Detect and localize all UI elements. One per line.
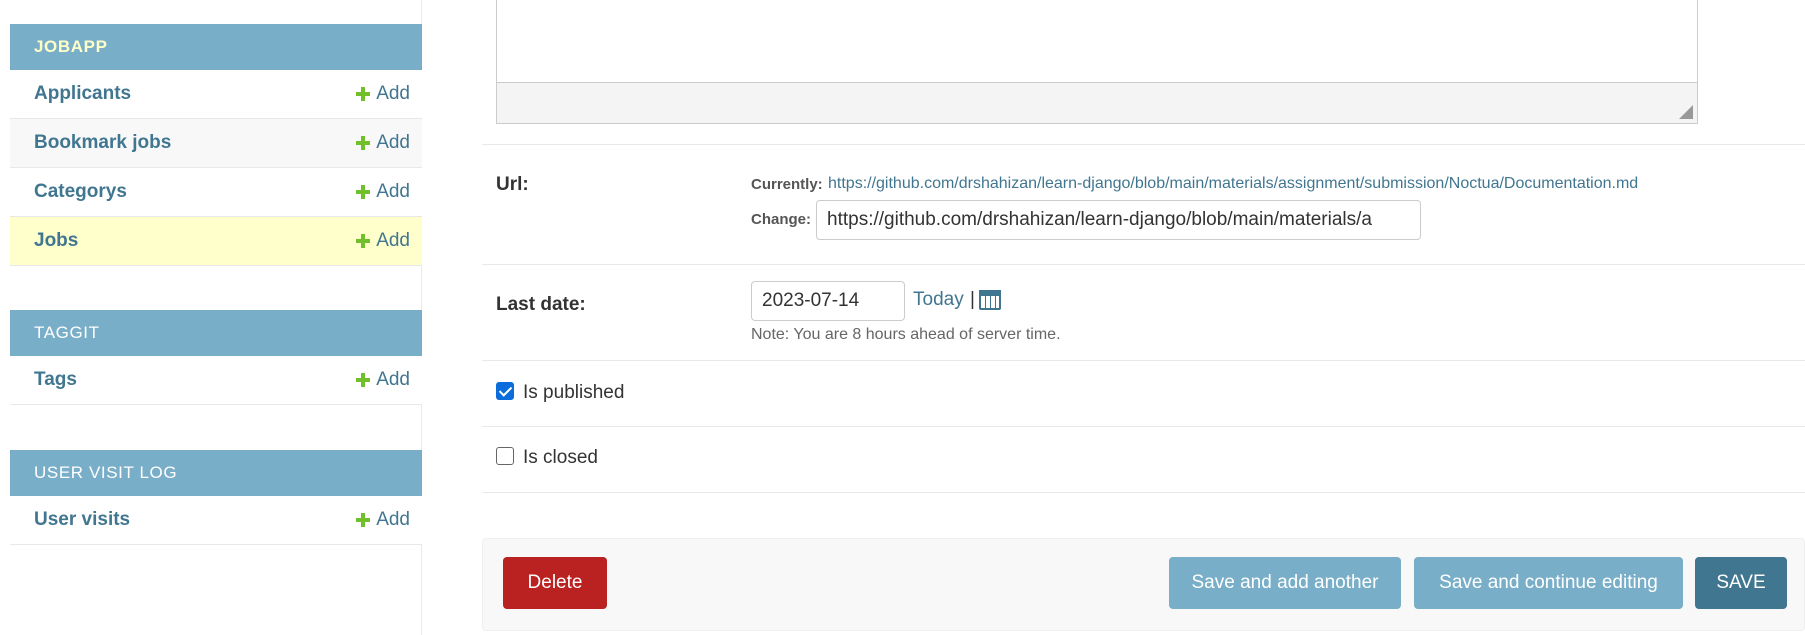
save-button[interactable]: SAVE: [1695, 557, 1787, 609]
plus-icon: [356, 234, 371, 248]
add-user-visit-link[interactable]: Add: [356, 509, 410, 531]
sidebar-link-user-visits[interactable]: User visits: [34, 509, 130, 531]
is-closed-label[interactable]: Is closed: [523, 447, 598, 469]
module-header-user-visit-log[interactable]: USER VISIT LOG: [10, 450, 422, 496]
delete-button[interactable]: Delete: [503, 557, 607, 609]
timezone-note: Note: You are 8 hours ahead of server ti…: [751, 326, 1061, 343]
sidebar-item-jobs: Jobs Add: [10, 217, 422, 266]
plus-icon: [356, 87, 371, 101]
module-header-taggit[interactable]: TAGGIT: [10, 310, 422, 356]
separator: |: [970, 289, 975, 310]
plus-icon: [356, 373, 371, 387]
is-published-checkbox[interactable]: [496, 382, 514, 400]
today-link[interactable]: Today: [913, 289, 964, 311]
add-bookmark-job-link[interactable]: Add: [356, 132, 410, 154]
last-date-input[interactable]: 2023-07-14: [751, 281, 905, 321]
plus-icon: [356, 185, 371, 199]
sidebar-link-applicants[interactable]: Applicants: [34, 83, 131, 105]
plus-icon: [356, 513, 371, 527]
save-and-add-another-button[interactable]: Save and add another: [1169, 557, 1401, 609]
is-published-label[interactable]: Is published: [523, 382, 624, 404]
add-label: Add: [376, 83, 410, 104]
sidebar-item-bookmark-jobs: Bookmark jobs Add: [10, 119, 422, 168]
sidebar-link-categorys[interactable]: Categorys: [34, 181, 127, 203]
add-label: Add: [376, 132, 410, 153]
divider: [482, 144, 1805, 145]
add-label: Add: [376, 509, 410, 530]
url-input[interactable]: https://github.com/drshahizan/learn-djan…: [816, 200, 1421, 240]
divider: [482, 492, 1805, 493]
nav-sidebar: JOBAPP Applicants Add Bookmark jobs Add …: [0, 0, 422, 635]
calendar-icon[interactable]: [979, 290, 1001, 310]
add-tag-link[interactable]: Add: [356, 369, 410, 391]
url-label: Url:: [496, 174, 529, 195]
currently-label: Currently:: [751, 176, 823, 193]
module-jobapp: JOBAPP Applicants Add Bookmark jobs Add …: [10, 24, 422, 266]
change-label: Change:: [751, 211, 811, 228]
sidebar-link-bookmark-jobs[interactable]: Bookmark jobs: [34, 132, 171, 154]
last-date-label: Last date:: [496, 294, 586, 315]
current-url-link[interactable]: https://github.com/drshahizan/learn-djan…: [828, 175, 1638, 193]
add-label: Add: [376, 181, 410, 202]
divider: [482, 360, 1805, 361]
sidebar-link-jobs[interactable]: Jobs: [34, 230, 78, 252]
module-user-visit-log: USER VISIT LOG User visits Add: [10, 450, 422, 545]
textarea-footer: [497, 82, 1697, 123]
sidebar-item-categorys: Categorys Add: [10, 168, 422, 217]
add-job-link[interactable]: Add: [356, 230, 410, 252]
description-textarea[interactable]: [496, 0, 1698, 124]
resize-handle-icon[interactable]: [1679, 105, 1693, 119]
add-category-link[interactable]: Add: [356, 181, 410, 203]
sidebar-item-applicants: Applicants Add: [10, 70, 422, 119]
sidebar-item-user-visits: User visits Add: [10, 496, 422, 545]
sidebar-item-tags: Tags Add: [10, 356, 422, 405]
module-taggit: TAGGIT Tags Add: [10, 310, 422, 405]
module-header-jobapp[interactable]: JOBAPP: [10, 24, 422, 70]
change-form: Url: Currently: https://github.com/drsha…: [482, 0, 1805, 635]
plus-icon: [356, 136, 371, 150]
add-applicant-link[interactable]: Add: [356, 83, 410, 105]
sidebar-link-tags[interactable]: Tags: [34, 369, 77, 391]
submit-row: Delete Save and add another Save and con…: [482, 538, 1805, 631]
add-label: Add: [376, 369, 410, 390]
is-closed-checkbox[interactable]: [496, 447, 514, 465]
save-and-continue-button[interactable]: Save and continue editing: [1414, 557, 1683, 609]
divider: [482, 264, 1805, 265]
add-label: Add: [376, 230, 410, 251]
divider: [482, 426, 1805, 427]
